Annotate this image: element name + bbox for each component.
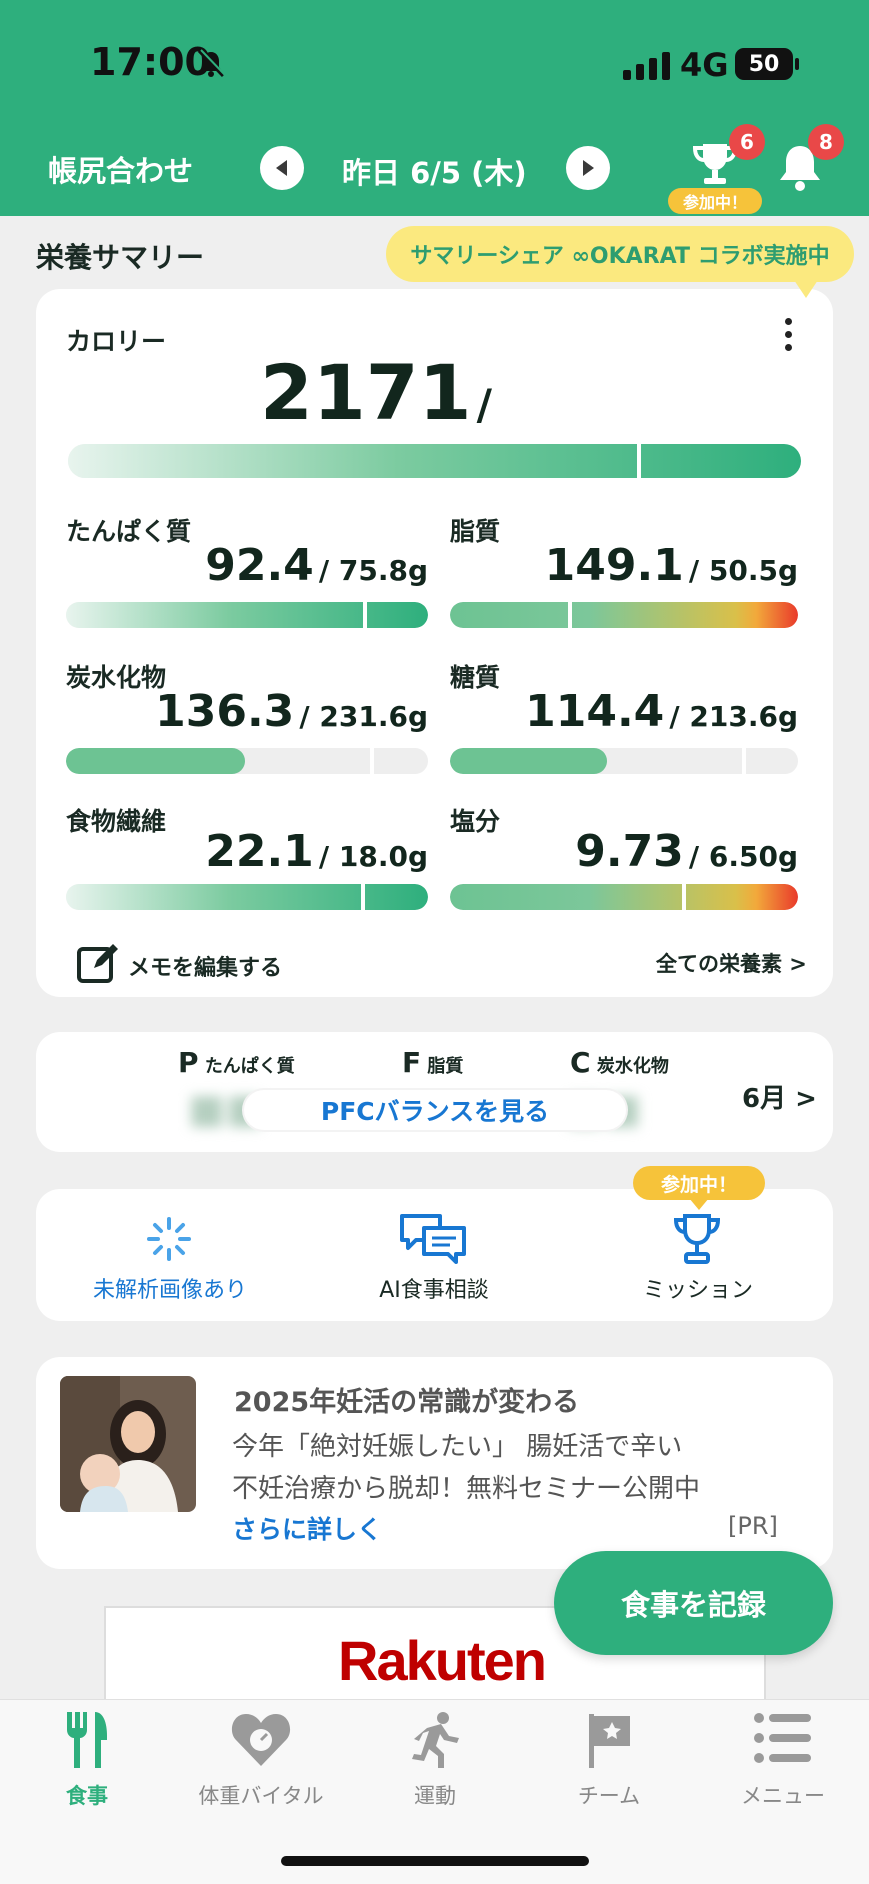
edit-note-icon[interactable] — [76, 942, 120, 986]
tab-weight-vitals[interactable]: 体重バイタル — [174, 1710, 348, 1808]
tab-label: メニュー — [741, 1784, 825, 1808]
protein-progress-bar — [66, 602, 428, 628]
pfc-c-label: 炭水化物 — [596, 1056, 669, 1077]
fat-progress-fill — [450, 602, 798, 628]
pfc-f-letter: F — [402, 1046, 422, 1079]
chat-bubbles-icon — [400, 1214, 466, 1264]
salt-target: / 6.50g — [688, 840, 798, 873]
unanalyzed-images-button[interactable]: 未解析画像あり — [70, 1272, 270, 1304]
view-pfc-balance-button[interactable]: PFCバランスを見る — [244, 1090, 626, 1130]
ad-more-link[interactable]: さらに詳しく — [232, 1510, 382, 1546]
carbs-value: 136.3 — [155, 686, 295, 737]
fat-target: / 50.5g — [688, 554, 798, 587]
protein-value: 92.4 — [205, 540, 314, 591]
fiber-progress-fill — [66, 884, 428, 910]
fork-knife-icon — [67, 1712, 107, 1768]
mission-join-chip: 参加中！ — [668, 188, 762, 214]
heart-scale-icon — [231, 1714, 291, 1766]
share-collab-tooltip[interactable]: サマリーシェア ∞OKARAT コラボ実施中 — [386, 226, 854, 298]
balance-adjust-link[interactable]: 帳尻合わせ — [48, 148, 193, 190]
sugar-progress-fill — [450, 748, 607, 774]
next-day-button[interactable] — [566, 146, 610, 190]
menu-list-icon — [754, 1713, 811, 1763]
month-link[interactable]: 6月 > — [742, 1078, 817, 1115]
ad-title: 2025年妊活の常識が変わる — [234, 1387, 580, 1418]
tab-label: 体重バイタル — [198, 1784, 324, 1808]
tab-team[interactable]: チーム — [522, 1710, 696, 1808]
current-date: 昨日 6/5 (木) — [342, 156, 527, 190]
flag-icon — [589, 1714, 630, 1768]
goal-marker — [637, 444, 641, 478]
fiber-progress-bar — [66, 884, 428, 910]
home-indicator — [281, 1856, 589, 1866]
goal-marker — [682, 884, 686, 910]
protein-target: / 75.8g — [318, 554, 428, 587]
fat-value: 149.1 — [544, 540, 684, 591]
ai-meal-consult-button[interactable]: AI食事相談 — [334, 1272, 534, 1304]
tab-meals[interactable]: 食事 — [0, 1710, 174, 1808]
fiber-target: / 18.0g — [318, 840, 428, 873]
goal-marker — [370, 748, 374, 774]
notification-count-badge: 8 — [808, 124, 844, 160]
all-nutrients-link[interactable]: 全ての栄養素 > — [656, 948, 807, 978]
section-title: 栄養サマリー — [36, 241, 205, 274]
loading-spinner-icon — [147, 1217, 191, 1261]
pfc-f-label: 脂質 — [427, 1056, 464, 1077]
mission-button[interactable]: ミッション — [598, 1272, 798, 1304]
pfc-p-letter: P — [178, 1046, 199, 1079]
tab-menu[interactable]: メニュー — [696, 1710, 869, 1808]
ad-line: 今年「絶対妊娠したい」 腸妊活で辛い — [232, 1432, 683, 1462]
pfc-p-label: たんぱく質 — [204, 1056, 295, 1077]
rakuten-logo: Rakuten — [338, 1629, 547, 1692]
chevron-right-icon — [583, 160, 594, 176]
tab-exercise[interactable]: 運動 — [348, 1710, 522, 1808]
tab-label: 食事 — [66, 1784, 108, 1808]
goal-marker — [742, 748, 746, 774]
trophy-icon — [673, 1214, 721, 1264]
fiber-value: 22.1 — [205, 826, 314, 877]
ad-image — [60, 1376, 196, 1512]
sugar-value: 114.4 — [525, 686, 665, 737]
fat-progress-bar — [450, 602, 798, 628]
battery-icon: 50 — [735, 48, 799, 80]
pfc-c-letter: C — [570, 1046, 591, 1079]
signal-icon — [623, 52, 670, 80]
carbs-progress-bar — [66, 748, 428, 774]
chevron-left-icon — [276, 160, 287, 176]
tab-label: チーム — [577, 1784, 641, 1808]
salt-progress-bar — [450, 884, 798, 910]
goal-marker — [363, 602, 367, 628]
goal-marker — [361, 884, 365, 910]
more-options-icon[interactable] — [784, 318, 794, 357]
ad-pr-label: [PR] — [728, 1512, 778, 1540]
prev-day-button[interactable] — [260, 146, 304, 190]
calorie-label: カロリー — [66, 327, 167, 356]
silent-mode-icon — [197, 49, 226, 78]
calorie-progress-bar — [68, 444, 801, 478]
salt-progress-fill — [450, 884, 798, 910]
network-type: 4G — [680, 46, 729, 84]
carbs-progress-fill — [66, 748, 245, 774]
sugar-target: / 213.6g — [669, 700, 798, 733]
pfc-protein-header: P たんぱく質 — [178, 1046, 295, 1079]
record-meal-button[interactable]: 食事を記録 — [554, 1551, 833, 1655]
mission-join-chip: 参加中！ — [633, 1166, 765, 1210]
protein-progress-fill — [66, 602, 428, 628]
runner-icon — [412, 1712, 459, 1768]
carbs-target: / 231.6g — [299, 700, 428, 733]
calorie-value: 2171 — [260, 348, 472, 437]
pfc-fat-header: F 脂質 — [402, 1046, 463, 1079]
sugar-progress-bar — [450, 748, 798, 774]
salt-value: 9.73 — [575, 826, 684, 877]
calorie-progress-fill — [68, 444, 801, 478]
mission-count-badge: 6 — [729, 124, 765, 160]
status-time: 17:00 — [90, 40, 211, 84]
tab-label: 運動 — [414, 1784, 456, 1808]
edit-memo-button[interactable]: メモを編集する — [128, 950, 282, 982]
ad-line: 不妊治療から脱却！無料セミナー公開中 — [232, 1474, 701, 1504]
goal-marker — [568, 602, 572, 628]
pfc-carb-header: C 炭水化物 — [570, 1046, 669, 1079]
